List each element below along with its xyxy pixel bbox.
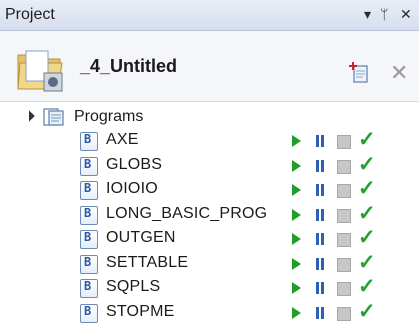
program-row[interactable]: B SQPLS ✓ <box>0 275 419 300</box>
dropdown-arrow-icon[interactable]: ▾ <box>364 5 371 23</box>
run-icon[interactable] <box>292 184 301 196</box>
program-name: SETTABLE <box>106 253 189 271</box>
check-icon: ✓ <box>358 275 376 298</box>
stop-icon[interactable] <box>337 184 351 198</box>
run-icon[interactable] <box>292 233 301 245</box>
pause-icon[interactable] <box>316 135 324 147</box>
file-badge-label: B <box>84 230 92 244</box>
stop-icon[interactable] <box>337 135 351 149</box>
file-badge-label: B <box>84 279 92 293</box>
stop-icon[interactable] <box>337 233 351 247</box>
pause-icon[interactable] <box>316 257 324 270</box>
check-icon: ✓ <box>358 250 376 274</box>
program-row[interactable]: B STOPME ✓ <box>0 299 419 325</box>
file-badge-label: B <box>84 303 92 318</box>
check-icon: ✓ <box>358 177 376 200</box>
stop-icon[interactable] <box>337 282 351 296</box>
program-name: STOPME <box>106 302 175 320</box>
project-tree: Programs B AXE ✓ B GLOBS ✓ B IOIOIO ✓ B LONG_BASIC… <box>0 102 419 323</box>
basic-file-icon: B <box>80 303 98 323</box>
program-row[interactable]: B LONG_BASIC_PROG ✓ <box>0 201 419 227</box>
run-icon[interactable] <box>292 208 301 221</box>
check-icon: ✓ <box>358 226 376 249</box>
close-icon[interactable]: ✕ <box>400 5 412 23</box>
run-icon[interactable] <box>292 159 301 172</box>
programs-folder-icon <box>43 108 64 126</box>
file-badge-label: B <box>84 254 92 269</box>
pause-icon[interactable] <box>316 184 324 196</box>
program-name: GLOBS <box>106 155 163 173</box>
program-name: SQPLS <box>106 278 161 295</box>
project-folder-icon <box>17 50 63 92</box>
run-icon[interactable] <box>292 257 301 270</box>
file-badge-label: B <box>84 132 92 146</box>
program-row[interactable]: B AXE ✓ <box>0 128 419 153</box>
file-badge-label: B <box>84 205 92 220</box>
pause-icon[interactable] <box>316 233 324 245</box>
stop-icon[interactable] <box>337 257 351 272</box>
pause-icon[interactable] <box>316 282 324 294</box>
program-row[interactable]: B IOIOIO ✓ <box>0 177 419 202</box>
program-row[interactable]: B GLOBS ✓ <box>0 152 419 178</box>
program-name: IOIOIO <box>106 180 158 197</box>
program-row[interactable]: B OUTGEN ✓ <box>0 226 419 251</box>
check-icon: ✓ <box>358 152 376 176</box>
program-row[interactable]: B SETTABLE ✓ <box>0 250 419 276</box>
stop-icon[interactable] <box>337 159 351 174</box>
basic-file-icon: B <box>80 205 98 225</box>
check-icon: ✓ <box>358 299 376 323</box>
collapse-arrow-icon[interactable] <box>23 110 35 122</box>
program-name: AXE <box>106 131 139 148</box>
basic-file-icon: B <box>80 279 98 298</box>
file-badge-label: B <box>84 156 92 171</box>
basic-file-icon: B <box>80 230 98 249</box>
tree-root-programs[interactable]: Programs <box>0 106 419 128</box>
basic-file-icon: B <box>80 156 98 176</box>
project-name: _4_Untitled <box>80 56 178 76</box>
panel-title: Project <box>5 6 55 23</box>
pin-icon[interactable]: ᛘ <box>380 5 388 23</box>
run-icon[interactable] <box>292 135 301 147</box>
new-file-icon[interactable] <box>348 61 372 85</box>
project-header: _4_Untitled ✕ <box>0 31 419 102</box>
basic-file-icon: B <box>80 181 98 200</box>
tree-root-label: Programs <box>74 108 144 125</box>
basic-file-icon: B <box>80 254 98 274</box>
basic-file-icon: B <box>80 132 98 151</box>
program-name: OUTGEN <box>106 229 176 246</box>
pause-icon[interactable] <box>316 208 324 221</box>
remove-icon[interactable]: ✕ <box>390 62 408 84</box>
check-icon: ✓ <box>358 128 376 151</box>
check-icon: ✓ <box>358 201 376 225</box>
stop-icon[interactable] <box>337 208 351 223</box>
run-icon[interactable] <box>292 306 301 319</box>
pause-icon[interactable] <box>316 159 324 172</box>
pause-icon[interactable] <box>316 306 324 319</box>
program-name: LONG_BASIC_PROG <box>106 204 268 222</box>
stop-icon[interactable] <box>337 306 351 321</box>
file-badge-label: B <box>84 181 92 195</box>
run-icon[interactable] <box>292 282 301 294</box>
panel-titlebar: Project ▾ ᛘ ✕ <box>0 0 419 31</box>
